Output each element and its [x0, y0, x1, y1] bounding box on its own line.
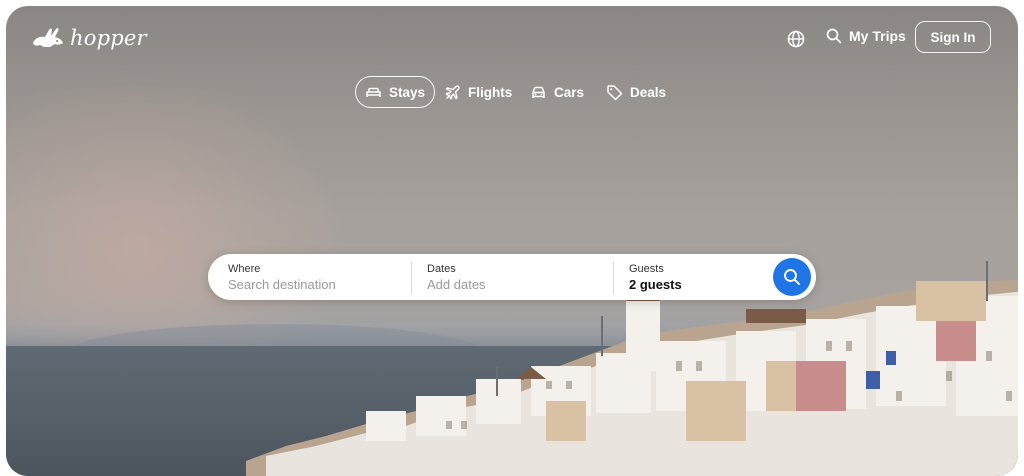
where-label: Where — [228, 263, 261, 275]
dates-input[interactable]: Add dates — [427, 277, 486, 292]
tab-stays[interactable]: Stays — [355, 76, 436, 108]
tab-flights-label: Flights — [468, 84, 513, 100]
guests-field[interactable]: Guests 2 guests — [614, 254, 769, 300]
bed-icon — [366, 87, 381, 97]
search-button[interactable] — [773, 258, 811, 296]
dates-label: Dates — [427, 263, 456, 275]
my-trips-link[interactable]: My Trips — [826, 28, 906, 44]
guests-label: Guests — [629, 263, 664, 275]
bunny-logo-icon — [33, 28, 63, 47]
dates-field[interactable]: Dates Add dates — [412, 254, 612, 300]
search-icon — [784, 269, 800, 285]
where-input[interactable]: Search destination — [228, 277, 336, 292]
where-field[interactable]: Where Search destination — [208, 254, 410, 300]
tab-flights[interactable]: Flights — [444, 76, 512, 108]
airplane-icon — [445, 84, 460, 99]
tab-stays-label: Stays — [389, 84, 426, 100]
car-icon — [532, 86, 545, 98]
tab-cars-label: Cars — [554, 84, 585, 100]
guests-value[interactable]: 2 guests — [629, 277, 682, 292]
brand-name: hopper — [70, 26, 147, 50]
search-icon — [826, 28, 842, 44]
hopper-logo[interactable]: hopper — [30, 26, 147, 50]
tab-deals[interactable]: Deals — [606, 76, 666, 108]
tab-cars[interactable]: Cars — [530, 76, 584, 108]
tab-deals-label: Deals — [630, 84, 667, 100]
sign-in-button[interactable]: Sign In — [915, 21, 991, 53]
globe-icon[interactable] — [786, 29, 806, 49]
tag-icon — [607, 84, 623, 100]
my-trips-label: My Trips — [849, 28, 906, 44]
search-bar: Where Search destination Dates Add dates… — [208, 254, 816, 300]
